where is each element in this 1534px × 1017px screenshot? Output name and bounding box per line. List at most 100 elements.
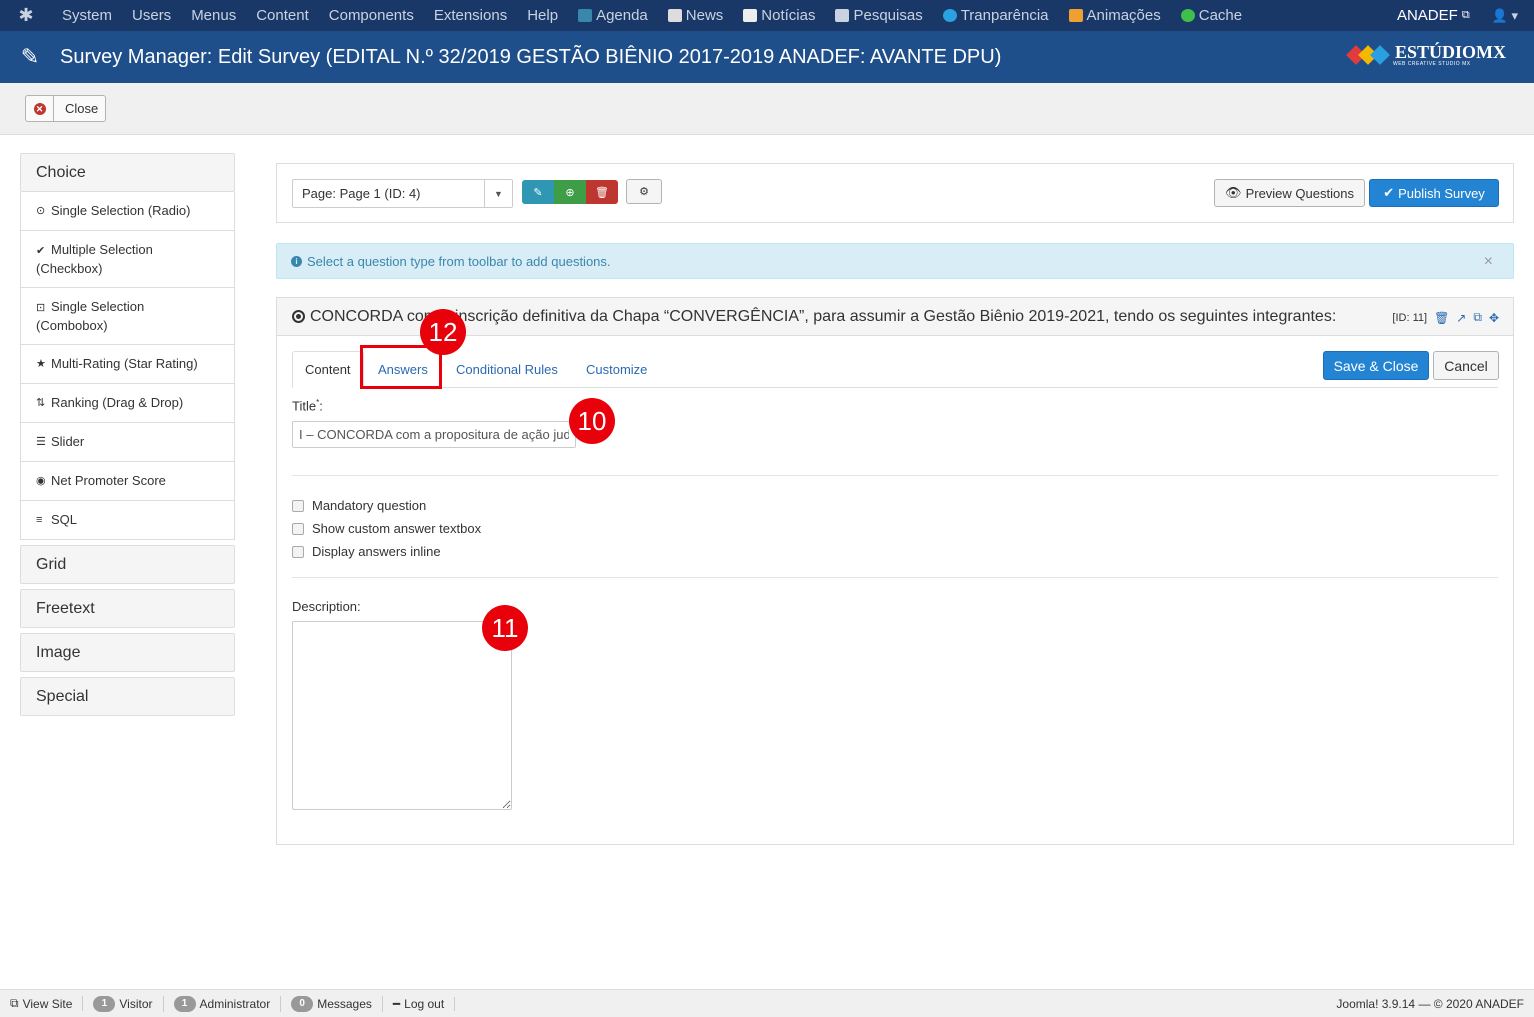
toolbar: ✕ Close: [0, 83, 1534, 135]
annotation-badge-12: 12: [420, 309, 466, 355]
group-freetext[interactable]: Freetext: [20, 589, 235, 628]
qtype-star-rating[interactable]: ★ Multi-Rating (Star Rating): [20, 345, 235, 384]
checkbox-label: Show custom answer textbox: [312, 521, 482, 536]
menu-users[interactable]: Users: [122, 0, 181, 31]
view-site-link[interactable]: ⧉ View Site: [10, 996, 84, 1011]
logout-link[interactable]: ━ Log out: [393, 996, 456, 1011]
annotation-badge-10: 10: [569, 398, 615, 444]
pencil-icon: ✎: [533, 186, 543, 199]
inline-answers-checkbox[interactable]: Display answers inline: [292, 544, 441, 559]
shortcut-animacoes[interactable]: Animações: [1059, 0, 1171, 31]
answers-tab-highlight: [360, 345, 442, 389]
title-label: Title*:: [292, 398, 323, 414]
title-input[interactable]: [292, 421, 576, 448]
qtype-label: Single Selection (Combobox): [36, 299, 145, 333]
tab-content[interactable]: Content: [292, 351, 364, 388]
copy-icon[interactable]: ⧉: [1473, 310, 1482, 325]
visitors-indicator[interactable]: 1 Visitor: [93, 995, 164, 1012]
page-select[interactable]: Page: Page 1 (ID: 4) ▼: [292, 179, 513, 208]
tab-conditional-rules[interactable]: Conditional Rules: [456, 351, 558, 388]
publish-survey-button[interactable]: ✔ Publish Survey: [1369, 179, 1499, 207]
qtype-slider[interactable]: ☰ Slider: [20, 423, 235, 462]
checkbox-label: Mandatory question: [312, 498, 427, 513]
shortcut-news[interactable]: News: [658, 0, 734, 31]
annotation-badge-11: 11: [482, 605, 528, 651]
page-toolbar: Page: Page 1 (ID: 4) ▼ ✎ ⊕ 🗑 ⚙ 👁 Preview …: [276, 163, 1514, 223]
qtype-label: Ranking (Drag & Drop): [51, 395, 184, 410]
newspaper-icon: [667, 9, 682, 22]
menu-content[interactable]: Content: [246, 0, 319, 31]
layers-icon: [1068, 9, 1083, 22]
description-textarea[interactable]: [292, 621, 512, 810]
move-icon[interactable]: ✥: [1489, 311, 1499, 325]
shortcut-noticias[interactable]: Notícias: [733, 0, 825, 31]
document-icon: [743, 9, 758, 22]
edit-icon[interactable]: ↗: [1456, 311, 1466, 325]
external-link-icon: ⧉: [10, 996, 19, 1010]
delete-page-button[interactable]: 🗑: [586, 180, 618, 204]
qtype-nps[interactable]: ◉ Net Promoter Score: [20, 462, 235, 501]
group-special[interactable]: Special: [20, 677, 235, 716]
site-link[interactable]: ANADEF: [1397, 7, 1458, 24]
checkbox-box[interactable]: [292, 545, 304, 558]
question-id: [ID: 11]: [1392, 311, 1428, 324]
question-editor: CONCORDA com a inscrição definitiva da C…: [276, 297, 1514, 845]
messages-count: 0: [291, 995, 314, 1012]
group-grid[interactable]: Grid: [20, 545, 235, 584]
menu-components[interactable]: Components: [319, 0, 424, 31]
menu-extensions[interactable]: Extensions: [424, 0, 517, 31]
shortcut-tranparencia[interactable]: Tranparência: [933, 0, 1059, 31]
cancel-button[interactable]: Cancel: [1433, 351, 1499, 380]
close-button[interactable]: ✕ Close: [25, 95, 106, 122]
alert-close-icon[interactable]: ×: [1484, 253, 1493, 271]
qtype-single-radio[interactable]: ⊙ Single Selection (Radio): [20, 192, 235, 231]
eye-icon: 👁: [1225, 185, 1242, 200]
qtype-sql[interactable]: ≡ SQL: [20, 501, 235, 540]
checkbox-box[interactable]: [292, 499, 304, 512]
group-choice[interactable]: Choice: [20, 153, 235, 192]
menu-menus[interactable]: Menus: [181, 0, 246, 31]
checkbox-box[interactable]: [292, 522, 304, 535]
group-image[interactable]: Image: [20, 633, 235, 672]
check-circle-icon: ✔: [36, 245, 46, 257]
status-bar: ⧉ View Site 1 Visitor 1 Administrator 0 Mess…: [0, 989, 1534, 1017]
external-link-icon: ⧉: [1461, 9, 1470, 21]
page-title: Survey Manager: Edit Survey (EDITAL N.º …: [60, 45, 1002, 68]
custom-answer-checkbox[interactable]: Show custom answer textbox: [292, 521, 481, 536]
messages-indicator[interactable]: 0 Messages: [291, 995, 383, 1012]
brand-logo: ESTÚDIOMX WEB CREATIVE STUDIO MX: [1346, 43, 1506, 67]
user-menu-icon[interactable]: 👤 ▾: [1492, 8, 1518, 24]
radio-icon: [292, 310, 305, 323]
menu-help[interactable]: Help: [517, 0, 568, 31]
add-page-button[interactable]: ⊕: [554, 180, 586, 204]
messages-label: Messages: [317, 996, 372, 1011]
save-close-button[interactable]: Save & Close: [1323, 351, 1429, 380]
page-settings-button[interactable]: ⚙: [626, 179, 662, 204]
visitor-count: 1: [93, 995, 116, 1012]
close-label: Close: [65, 101, 99, 116]
tab-customize[interactable]: Customize: [586, 351, 647, 388]
view-site-label: View Site: [22, 996, 73, 1011]
edit-page-button[interactable]: ✎: [522, 180, 554, 204]
main-menu: System Users Menus Content Components Ex…: [52, 0, 1252, 31]
radio-icon: ⊙: [36, 205, 46, 217]
mandatory-checkbox[interactable]: Mandatory question: [292, 498, 426, 513]
shortcut-label: Agenda: [596, 7, 648, 24]
qtype-single-combobox[interactable]: ⊡ Single Selection (Combobox): [20, 288, 235, 345]
joomla-logo-icon[interactable]: ✱: [0, 5, 52, 26]
trash-icon[interactable]: 🗑: [1434, 311, 1449, 325]
qtype-multiple-checkbox[interactable]: ✔ Multiple Selection (Checkbox): [20, 231, 235, 288]
qtype-label: Multi-Rating (Star Rating): [51, 356, 198, 371]
qtype-label: Single Selection (Radio): [51, 203, 191, 218]
shortcut-agenda[interactable]: Agenda: [568, 0, 658, 31]
admin-label: Administrator: [199, 996, 271, 1011]
close-icon: ✕: [26, 96, 54, 121]
admins-indicator[interactable]: 1 Administrator: [173, 995, 282, 1012]
preview-questions-button[interactable]: 👁 Preview Questions: [1214, 179, 1365, 207]
shortcut-pesquisas[interactable]: Pesquisas: [825, 0, 932, 31]
menu-system[interactable]: System: [52, 0, 122, 31]
calendar-icon: [578, 9, 593, 22]
navbar-right: ANADEF ⧉ 👤 ▾: [1397, 0, 1518, 31]
shortcut-cache[interactable]: Cache: [1171, 0, 1252, 31]
qtype-ranking[interactable]: ⇅ Ranking (Drag & Drop): [20, 384, 235, 423]
